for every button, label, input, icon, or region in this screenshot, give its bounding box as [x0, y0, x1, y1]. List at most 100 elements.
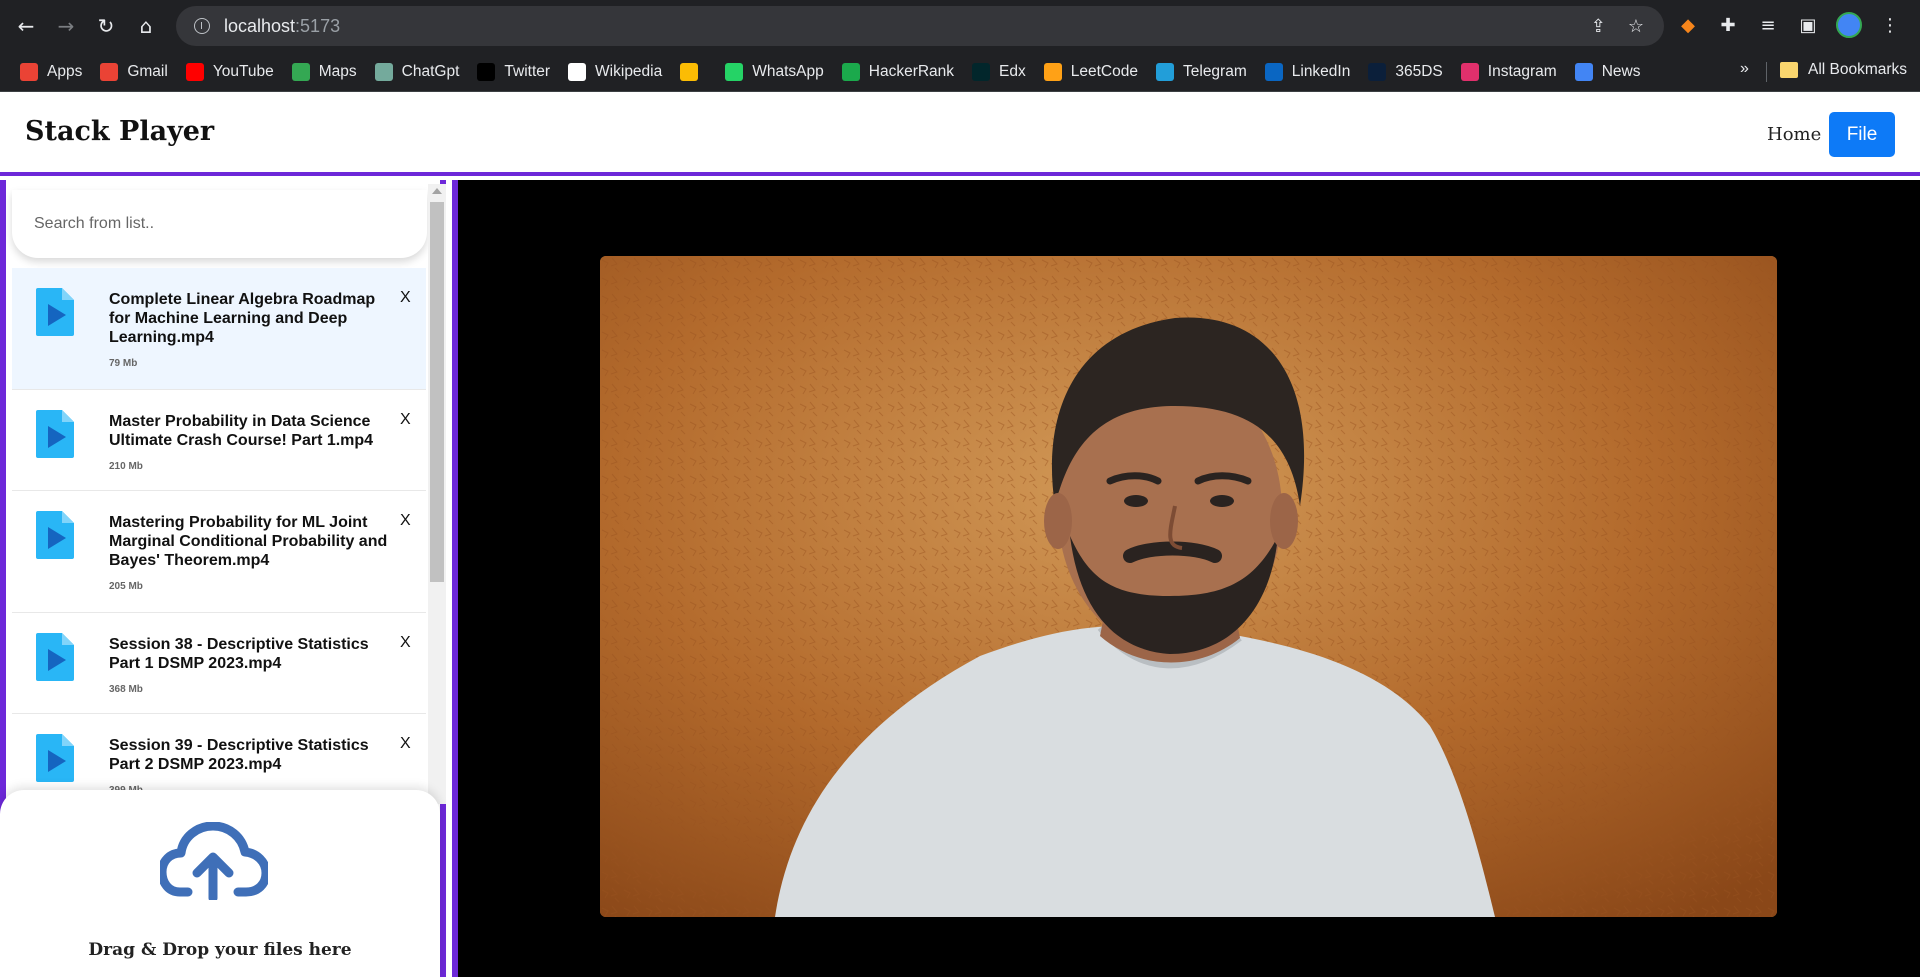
- bookmark-whatsapp[interactable]: WhatsApp: [725, 62, 824, 81]
- gmail-icon: [100, 62, 119, 81]
- more-bookmarks-chevron[interactable]: »: [1740, 60, 1749, 78]
- x-icon: [477, 62, 496, 81]
- extensions-puzzle-icon[interactable]: ✚: [1716, 13, 1740, 37]
- video-frame[interactable]: [600, 256, 1777, 917]
- bookmark-label: ChatGpt: [401, 62, 460, 80]
- chatgpt-icon: [374, 62, 393, 81]
- youtube-icon: [185, 62, 204, 81]
- bookmark-label: HackerRank: [868, 62, 955, 80]
- bookmark-365ds[interactable]: 365DS: [1368, 62, 1443, 81]
- bookmark-chatgpt[interactable]: ChatGpt: [374, 62, 460, 81]
- video-file-icon: [36, 410, 74, 458]
- bookmark-label: News: [1601, 62, 1641, 80]
- cloud-upload-icon: [160, 822, 268, 900]
- linkedin-icon: [1264, 62, 1283, 81]
- video-still-image: [600, 256, 1777, 917]
- home-link[interactable]: Home: [1767, 124, 1821, 145]
- bookmark-drive[interactable]: [680, 62, 707, 81]
- bookmark-label: Twitter: [504, 62, 551, 80]
- reload-icon[interactable]: ↻: [92, 12, 120, 40]
- app-title: Stack Player: [25, 116, 215, 147]
- bookmark-telegram[interactable]: Telegram: [1156, 62, 1247, 81]
- video-player[interactable]: [452, 180, 1920, 977]
- home-icon[interactable]: ⌂: [132, 12, 160, 40]
- drive-icon: [680, 62, 699, 81]
- bookmark-maps[interactable]: Maps: [291, 62, 357, 81]
- video-file-icon: [36, 288, 74, 336]
- remove-file-button[interactable]: X: [400, 289, 411, 307]
- profile-avatar-icon[interactable]: [1836, 12, 1862, 38]
- bookmark-wikipedia[interactable]: Wikipedia: [568, 62, 663, 81]
- bookmark-label: Telegram: [1183, 62, 1247, 80]
- bookmark-label: Gmail: [127, 62, 168, 80]
- forward-icon[interactable]: →: [52, 12, 80, 40]
- file-title: Session 39 - Descriptive Statistics Part…: [109, 737, 369, 773]
- all-bookmarks-label: All Bookmarks: [1808, 61, 1908, 78]
- file-size: 205 Mb: [109, 581, 143, 592]
- address-bar[interactable]: localhost:5173 ⇪ ☆: [176, 6, 1664, 46]
- whatsapp-icon: [725, 62, 744, 81]
- bookmark-label: 365DS: [1395, 62, 1443, 80]
- browser-toolbar: ← → ↻ ⌂ localhost:5173 ⇪ ☆ ◆ ✚ ≡ ▣ ⋮: [0, 0, 1920, 52]
- list-item[interactable]: Master Probability in Data Science Ultim…: [12, 390, 426, 491]
- scroll-thumb[interactable]: [430, 202, 444, 582]
- metamask-fox-icon[interactable]: ◆: [1676, 13, 1700, 37]
- media-queue-icon[interactable]: ≡: [1756, 13, 1780, 37]
- url-host: localhost: [224, 15, 296, 36]
- remove-file-button[interactable]: X: [400, 735, 411, 753]
- list-item[interactable]: Session 39 - Descriptive Statistics Part…: [12, 714, 426, 800]
- bookmark-instagram[interactable]: Instagram: [1460, 62, 1557, 81]
- list-item[interactable]: Mastering Probability for ML Joint Margi…: [12, 491, 426, 613]
- bookmark-label: WhatsApp: [752, 62, 824, 80]
- site-info-icon[interactable]: [194, 18, 210, 34]
- menu-kebab-icon[interactable]: ⋮: [1878, 13, 1902, 37]
- bookmark-label: Edx: [999, 62, 1026, 80]
- file-button[interactable]: File: [1829, 112, 1895, 157]
- bookmark-news[interactable]: News: [1574, 62, 1641, 81]
- all-bookmarks[interactable]: All Bookmarks: [1780, 61, 1907, 79]
- bookmark-label: YouTube: [212, 62, 274, 80]
- share-icon[interactable]: ⇪: [1591, 16, 1606, 37]
- bookmark-linkedin[interactable]: LinkedIn: [1264, 62, 1351, 81]
- bookmark-label: Maps: [318, 62, 357, 80]
- playlist-sidebar: Complete Linear Algebra Roadmap for Mach…: [0, 180, 446, 980]
- drop-zone[interactable]: Drag & Drop your files here: [0, 790, 440, 980]
- bookmark-edx[interactable]: Edx: [972, 62, 1026, 81]
- bookmark-hackerrank[interactable]: HackerRank: [841, 62, 955, 81]
- file-title: Session 38 - Descriptive Statistics Part…: [109, 636, 369, 672]
- bookmark-twitter[interactable]: Twitter: [477, 62, 551, 81]
- bookmark-label: Instagram: [1487, 62, 1557, 80]
- video-file-icon: [36, 734, 74, 782]
- bookmark-label: Wikipedia: [595, 62, 663, 80]
- bookmark-label: LinkedIn: [1291, 62, 1351, 80]
- bookmarks-bar: Apps Gmail YouTube Maps ChatGpt Twitter Wikipe…: [0, 52, 1920, 92]
- folder-icon: [1780, 62, 1798, 78]
- app-header: Stack Player Home File: [0, 92, 1920, 176]
- google-news-icon: [1574, 62, 1593, 81]
- bookmarks-divider: [1766, 62, 1767, 82]
- bookmark-label: Apps: [47, 62, 83, 80]
- list-item[interactable]: Session 38 - Descriptive Statistics Part…: [12, 613, 426, 714]
- video-file-icon: [36, 511, 74, 559]
- bookmark-star-icon[interactable]: ☆: [1628, 16, 1644, 37]
- side-panel-icon[interactable]: ▣: [1796, 13, 1820, 37]
- list-item[interactable]: Complete Linear Algebra Roadmap for Mach…: [12, 268, 426, 390]
- bookmark-leetcode[interactable]: LeetCode: [1043, 62, 1138, 81]
- bookmark-gmail[interactable]: Gmail: [100, 62, 168, 81]
- file-title: Master Probability in Data Science Ultim…: [109, 413, 374, 449]
- bookmark-youtube[interactable]: YouTube: [185, 62, 274, 81]
- wikipedia-icon: [568, 62, 587, 81]
- remove-file-button[interactable]: X: [400, 411, 411, 429]
- edx-icon: [972, 62, 991, 81]
- search-input[interactable]: [34, 215, 394, 233]
- scroll-up-arrow[interactable]: [432, 188, 442, 194]
- remove-file-button[interactable]: X: [400, 634, 411, 652]
- bookmark-apps[interactable]: Apps: [20, 62, 83, 81]
- url-port: :5173: [295, 15, 341, 36]
- remove-file-button[interactable]: X: [400, 512, 411, 530]
- maps-pin-icon: [291, 62, 310, 81]
- search-container: [12, 190, 427, 258]
- back-icon[interactable]: ←: [12, 12, 40, 40]
- telegram-icon: [1156, 62, 1174, 81]
- scrollbar[interactable]: [428, 184, 446, 804]
